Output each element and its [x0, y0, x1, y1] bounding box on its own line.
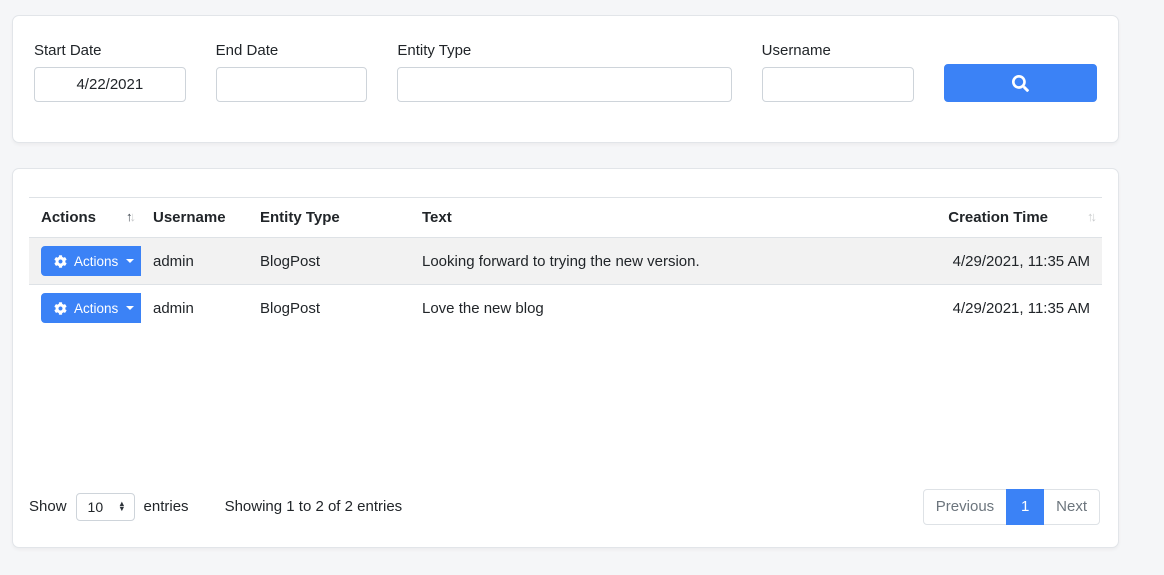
- column-header-creation-time[interactable]: Creation Time ↑↓: [902, 198, 1102, 238]
- username-label: Username: [762, 42, 915, 59]
- page-size-select[interactable]: 10 ▲▼: [76, 493, 135, 521]
- end-date-field: End Date: [216, 42, 368, 102]
- pagination-previous[interactable]: Previous: [923, 489, 1007, 525]
- entity-type-label: Entity Type: [397, 42, 731, 59]
- row-actions-button[interactable]: Actions: [41, 246, 141, 276]
- results-panel: Actions ↑↓ Username Entity Type Text Cre…: [12, 168, 1119, 548]
- caret-down-icon: [126, 259, 134, 263]
- row-actions-button[interactable]: Actions: [41, 293, 141, 323]
- filter-row: Start Date End Date Entity Type Username: [34, 42, 1097, 102]
- creation-time-cell: 4/29/2021, 11:35 AM: [902, 238, 1102, 285]
- pagination-page-1[interactable]: 1: [1006, 489, 1044, 525]
- text-cell: Looking forward to trying the new versio…: [410, 238, 902, 285]
- sort-icon: ↑↓: [1087, 209, 1094, 224]
- page-size-value: 10: [88, 499, 104, 515]
- show-label: Show: [29, 498, 67, 515]
- start-date-field: Start Date: [34, 42, 186, 102]
- entity-type-input[interactable]: [397, 67, 731, 102]
- entries-label: entries: [144, 498, 189, 515]
- gear-icon: [54, 302, 67, 315]
- caret-down-icon: [126, 306, 134, 310]
- pagination: Previous 1 Next: [923, 489, 1100, 525]
- filter-panel: Start Date End Date Entity Type Username: [12, 15, 1119, 143]
- gear-icon: [54, 255, 67, 268]
- search-button[interactable]: [944, 64, 1097, 102]
- column-header-entity-type[interactable]: Entity Type: [248, 198, 410, 238]
- table-row: Actions admin BlogPost Love the new blog…: [29, 285, 1102, 332]
- sort-icon: ↑↓: [126, 209, 133, 224]
- entity-type-cell: BlogPost: [248, 238, 410, 285]
- audit-table: Actions ↑↓ Username Entity Type Text Cre…: [29, 197, 1102, 332]
- column-header-username[interactable]: Username: [141, 198, 248, 238]
- end-date-label: End Date: [216, 42, 368, 59]
- entity-type-cell: BlogPost: [248, 285, 410, 332]
- row-actions-label: Actions: [74, 254, 118, 269]
- username-cell: admin: [141, 285, 248, 332]
- username-input[interactable]: [762, 67, 915, 102]
- username-field: Username: [762, 42, 915, 102]
- actions-cell: Actions: [29, 238, 141, 285]
- table-row: Actions admin BlogPost Looking forward t…: [29, 238, 1102, 285]
- actions-cell: Actions: [29, 285, 141, 332]
- page-content: Start Date End Date Entity Type Username: [12, 15, 1119, 548]
- select-arrows-icon: ▲▼: [118, 502, 125, 511]
- table-empty-space: [29, 332, 1100, 489]
- page-length-control: Show 10 ▲▼ entries Showing 1 to 2 of 2 e…: [29, 493, 402, 521]
- start-date-input[interactable]: [34, 67, 186, 102]
- text-cell: Love the new blog: [410, 285, 902, 332]
- username-cell: admin: [141, 238, 248, 285]
- table-info: Showing 1 to 2 of 2 entries: [225, 498, 403, 515]
- start-date-label: Start Date: [34, 42, 186, 59]
- table-header-row: Actions ↑↓ Username Entity Type Text Cre…: [29, 198, 1102, 238]
- entity-type-field: Entity Type: [397, 42, 731, 102]
- table-footer: Show 10 ▲▼ entries Showing 1 to 2 of 2 e…: [29, 489, 1100, 525]
- column-header-actions[interactable]: Actions ↑↓: [29, 198, 141, 238]
- column-header-text[interactable]: Text: [410, 198, 902, 238]
- pagination-next[interactable]: Next: [1043, 489, 1100, 525]
- search-icon: [1012, 75, 1029, 92]
- creation-time-cell: 4/29/2021, 11:35 AM: [902, 285, 1102, 332]
- end-date-input[interactable]: [216, 67, 368, 102]
- row-actions-label: Actions: [74, 301, 118, 316]
